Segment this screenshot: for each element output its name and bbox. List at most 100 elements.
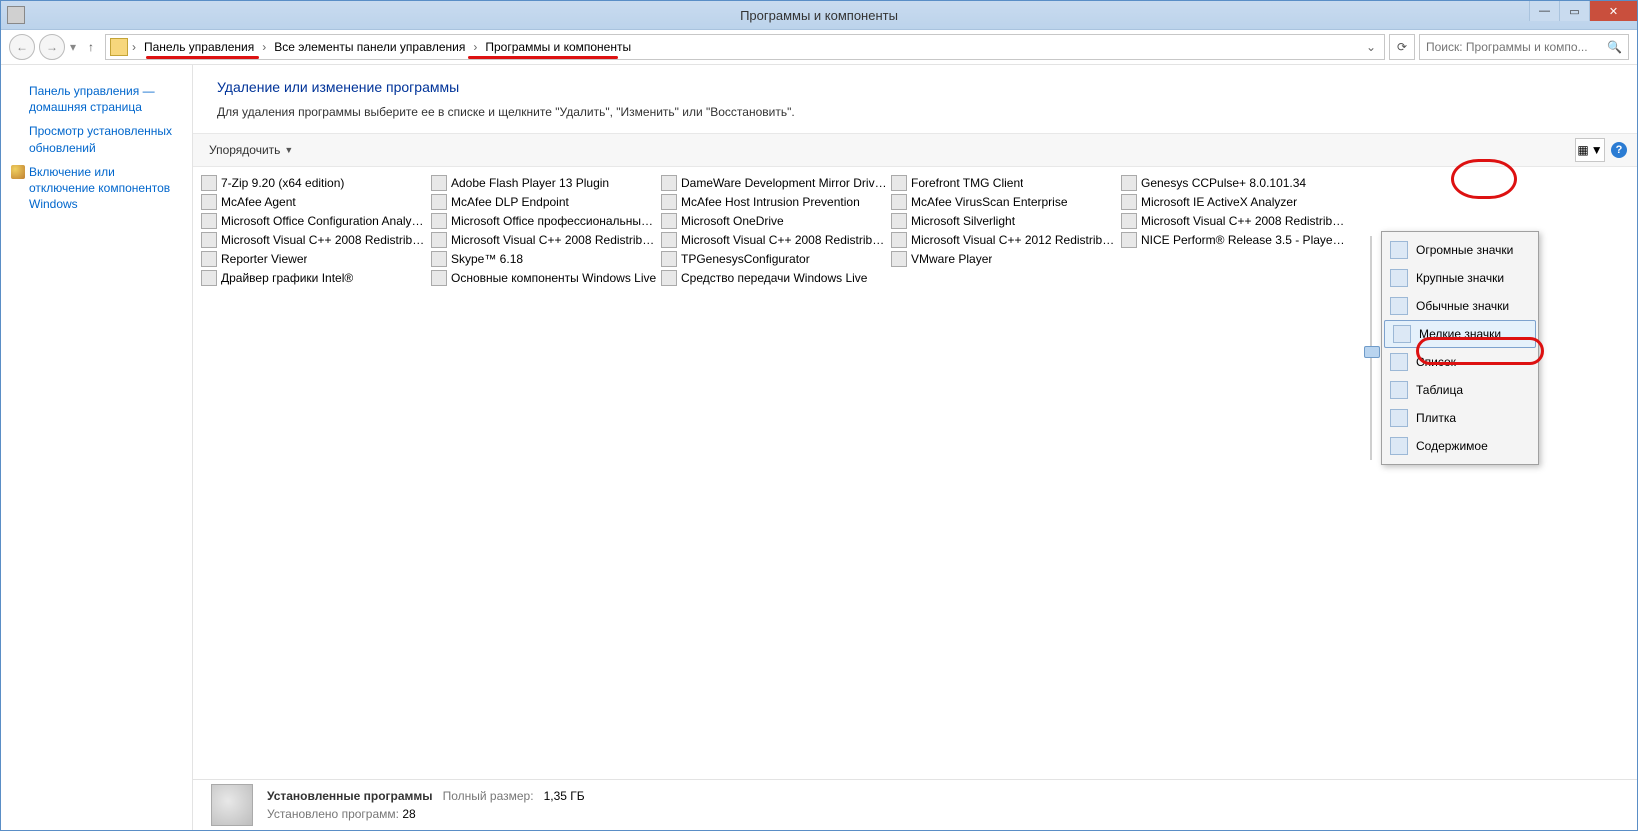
- program-icon: [431, 251, 447, 267]
- program-item[interactable]: Microsoft Visual C++ 2012 Redistributa..…: [889, 230, 1119, 249]
- search-input[interactable]: [1424, 39, 1624, 55]
- program-icon: [661, 175, 677, 191]
- breadcrumb-control-panel[interactable]: Панель управления: [140, 40, 258, 54]
- organize-label: Упорядочить: [209, 143, 280, 157]
- program-item[interactable]: Драйвер графики Intel®: [199, 268, 429, 287]
- program-item[interactable]: VMware Player: [889, 249, 1119, 268]
- status-count-value: 28: [402, 807, 415, 821]
- sidebar-view-updates[interactable]: Просмотр установленных обновлений: [29, 123, 180, 155]
- program-item[interactable]: TPGenesysConfigurator: [659, 249, 889, 268]
- program-item[interactable]: Adobe Flash Player 13 Plugin: [429, 173, 659, 192]
- annotation-underline: [468, 56, 618, 59]
- program-item[interactable]: McAfee DLP Endpoint: [429, 192, 659, 211]
- view-menu-item[interactable]: Обычные значки: [1382, 292, 1538, 320]
- program-label: McAfee VirusScan Enterprise: [911, 195, 1068, 209]
- program-label: Microsoft Office Configuration Analyzer.…: [221, 214, 427, 228]
- program-item[interactable]: Reporter Viewer: [199, 249, 429, 268]
- address-dropdown[interactable]: ⌄: [1362, 40, 1380, 54]
- program-item[interactable]: Forefront TMG Client: [889, 173, 1119, 192]
- program-item[interactable]: Genesys CCPulse+ 8.0.101.34: [1119, 173, 1349, 192]
- view-menu-item[interactable]: Мелкие значки: [1384, 320, 1536, 348]
- view-menu[interactable]: Огромные значки Крупные значкиОбычные зна…: [1381, 231, 1539, 465]
- view-mode-icon: [1393, 325, 1411, 343]
- view-menu-item[interactable]: Таблица: [1382, 376, 1538, 404]
- program-item[interactable]: Microsoft Silverlight: [889, 211, 1119, 230]
- view-icon: ▦: [1577, 143, 1588, 157]
- view-menu-item[interactable]: Содержимое: [1382, 432, 1538, 460]
- history-dropdown[interactable]: ▾: [69, 40, 77, 54]
- view-mode-icon: [1390, 353, 1408, 371]
- view-size-slider[interactable]: [1366, 236, 1376, 460]
- address-bar[interactable]: › Панель управления › Все элементы панел…: [105, 34, 1385, 60]
- program-icon: [891, 194, 907, 210]
- program-icon: [1121, 232, 1137, 248]
- program-item[interactable]: Microsoft Office профессиональный п...: [429, 211, 659, 230]
- chevron-right-icon[interactable]: ›: [130, 40, 138, 54]
- view-menu-item[interactable]: Крупные значки: [1382, 264, 1538, 292]
- search-box[interactable]: 🔍: [1419, 34, 1629, 60]
- program-icon: [891, 251, 907, 267]
- breadcrumb-programs[interactable]: Программы и компоненты: [481, 40, 635, 54]
- program-icon: [201, 213, 217, 229]
- sidebar-home[interactable]: Панель управления — домашняя страница: [29, 83, 180, 115]
- program-icon: [891, 175, 907, 191]
- view-menu-label: Список: [1416, 355, 1456, 369]
- program-label: Microsoft OneDrive: [681, 214, 784, 228]
- view-menu-item[interactable]: Список: [1382, 348, 1538, 376]
- view-menu-item[interactable]: Огромные значки: [1382, 236, 1538, 264]
- program-item[interactable]: McAfee VirusScan Enterprise: [889, 192, 1119, 211]
- program-item[interactable]: 7-Zip 9.20 (x64 edition): [199, 173, 429, 192]
- program-item[interactable]: NICE Perform® Release 3.5 - Player Co...: [1119, 230, 1349, 249]
- change-view-button[interactable]: ▦ ▼: [1575, 138, 1605, 162]
- close-button[interactable]: ✕: [1589, 1, 1637, 21]
- view-menu-label: Огромные значки: [1416, 243, 1513, 257]
- program-item[interactable]: Microsoft Visual C++ 2008 Redistributa..…: [659, 230, 889, 249]
- program-item[interactable]: Microsoft Visual C++ 2008 Redistributa..…: [429, 230, 659, 249]
- minimize-button[interactable]: —: [1529, 1, 1559, 21]
- program-icon: [1121, 194, 1137, 210]
- program-item[interactable]: Skype™ 6.18: [429, 249, 659, 268]
- program-item[interactable]: Microsoft Visual C++ 2008 Redistributa..…: [1119, 211, 1349, 230]
- program-item[interactable]: McAfee Agent: [199, 192, 429, 211]
- program-item[interactable]: Microsoft Office Configuration Analyzer.…: [199, 211, 429, 230]
- program-item[interactable]: McAfee Host Intrusion Prevention: [659, 192, 889, 211]
- view-mode-icon: [1390, 269, 1408, 287]
- chevron-right-icon[interactable]: ›: [471, 40, 479, 54]
- program-item[interactable]: Microsoft OneDrive: [659, 211, 889, 230]
- program-item[interactable]: Microsoft IE ActiveX Analyzer: [1119, 192, 1349, 211]
- program-label: Microsoft Visual C++ 2008 Redistributa..…: [451, 233, 657, 247]
- program-label: Microsoft Visual C++ 2012 Redistributa..…: [911, 233, 1117, 247]
- program-label: Средство передачи Windows Live: [681, 271, 867, 285]
- chevron-down-icon: ▼: [1591, 143, 1603, 157]
- organize-button[interactable]: Упорядочить ▼: [203, 141, 299, 159]
- program-icon: [201, 232, 217, 248]
- program-label: DameWare Development Mirror Driver ...: [681, 176, 887, 190]
- chevron-right-icon[interactable]: ›: [260, 40, 268, 54]
- program-label: Драйвер графики Intel®: [221, 271, 353, 285]
- help-button[interactable]: ?: [1611, 142, 1627, 158]
- program-item[interactable]: Средство передачи Windows Live: [659, 268, 889, 287]
- maximize-button[interactable]: ▭: [1559, 1, 1589, 21]
- program-icon: [661, 213, 677, 229]
- back-button[interactable]: ←: [9, 34, 35, 60]
- program-item[interactable]: Основные компоненты Windows Live: [429, 268, 659, 287]
- toolbar: Упорядочить ▼ ▦ ▼ ?: [193, 133, 1637, 167]
- program-label: Genesys CCPulse+ 8.0.101.34: [1141, 176, 1306, 190]
- program-label: TPGenesysConfigurator: [681, 252, 810, 266]
- refresh-button[interactable]: ⟳: [1389, 34, 1415, 60]
- view-mode-icon: [1390, 409, 1408, 427]
- program-label: Microsoft Visual C++ 2008 Redistributa..…: [681, 233, 887, 247]
- up-button[interactable]: ↑: [81, 37, 101, 57]
- view-menu-item[interactable]: Плитка: [1382, 404, 1538, 432]
- program-icon: [431, 270, 447, 286]
- view-menu-label: Мелкие значки: [1419, 327, 1501, 341]
- program-icon: [431, 232, 447, 248]
- page-heading: Удаление или изменение программы: [217, 79, 1613, 95]
- sidebar-windows-features[interactable]: Включение или отключение компонентов Win…: [29, 164, 180, 213]
- program-icon: [1121, 213, 1137, 229]
- forward-button[interactable]: →: [39, 34, 65, 60]
- view-mode-icon: [1390, 381, 1408, 399]
- program-item[interactable]: DameWare Development Mirror Driver ...: [659, 173, 889, 192]
- breadcrumb-all-items[interactable]: Все элементы панели управления: [270, 40, 469, 54]
- program-item[interactable]: Microsoft Visual C++ 2008 Redistributa..…: [199, 230, 429, 249]
